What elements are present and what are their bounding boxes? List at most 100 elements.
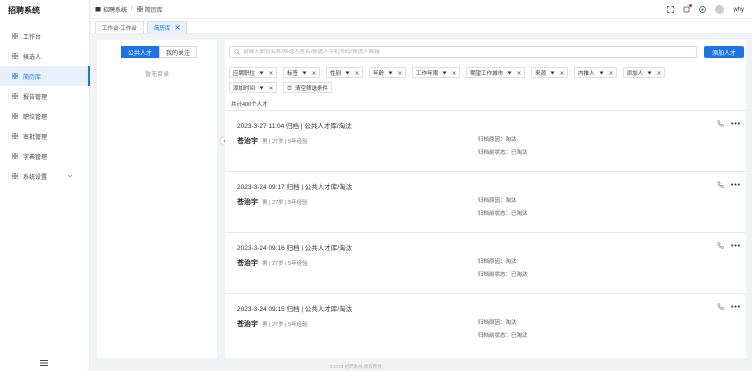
close-icon[interactable] — [355, 70, 359, 75]
tab-public-talent[interactable]: 公共人才 — [121, 46, 160, 58]
bell-icon — [683, 6, 690, 13]
more-dots-icon[interactable] — [731, 183, 740, 186]
close-icon[interactable] — [269, 85, 273, 90]
breadcrumb-item-system[interactable]: 招聘系统 — [103, 5, 127, 14]
talent-card[interactable]: 2023-3-24 09:17 归档 | 公共人才库/淘汰 苍治宇 男 | 27… — [225, 171, 746, 229]
search-icon — [234, 49, 240, 55]
caret-down-icon — [599, 71, 604, 74]
tab-my-follow[interactable]: 我的关注 — [159, 46, 198, 58]
sidebar-nav: 工作台 候选人 简历库 报告管理 职位管理 审批管理 字典管理 系统设置 — [0, 26, 90, 186]
grid-icon — [12, 113, 18, 119]
tab-resume-library[interactable]: 简历库 — [146, 21, 188, 33]
tab-label: 简历库 — [153, 25, 171, 32]
close-icon[interactable] — [452, 70, 456, 75]
caret-down-icon — [647, 71, 652, 74]
close-icon[interactable] — [560, 70, 564, 75]
filter-tag[interactable]: 标签 — [283, 67, 321, 78]
sidebar-item-approvals[interactable]: 审批管理 — [0, 126, 89, 146]
talent-card[interactable]: 2023-3-24 09:15 归档 | 公共人才库/淘汰 苍治宇 男 | 27… — [225, 293, 746, 351]
sidebar-item-system-settings[interactable]: 系统设置 — [0, 166, 89, 186]
grid-icon — [12, 173, 18, 179]
archive-reason: 归档原因：淘汰 — [478, 259, 517, 265]
filter-gender[interactable]: 性别 — [326, 67, 364, 78]
breadcrumb-item-current: 简历库 — [144, 7, 163, 14]
close-icon[interactable] — [312, 70, 316, 75]
user-name[interactable]: why — [733, 7, 744, 13]
sidebar-item-candidates[interactable]: 候选人 — [0, 46, 89, 66]
close-icon[interactable] — [517, 70, 521, 75]
avatar[interactable] — [715, 5, 725, 14]
filter-source[interactable]: 来源 — [531, 67, 569, 78]
caret-down-icon — [259, 71, 264, 74]
filter-bar: 应聘职位 标签 性别 年龄 工作年限 期望工作城市 来源 内推人 添加人 添加时… — [229, 67, 699, 93]
fullscreen-icon[interactable] — [667, 6, 675, 13]
notification-badge — [689, 4, 693, 7]
filter-label: 标签 — [287, 70, 299, 77]
grid-icon — [12, 73, 18, 79]
more-dots-icon[interactable] — [731, 244, 740, 247]
more-dots-icon[interactable] — [731, 122, 740, 125]
filter-referrer[interactable]: 内推人 — [574, 67, 617, 78]
close-icon[interactable] — [398, 70, 402, 75]
filter-label: 添加时间 — [233, 85, 256, 92]
tab-workbench[interactable]: 工作台-工作台 — [95, 21, 144, 33]
candidate-info: 男 | 27岁 | 5年经验 — [262, 139, 308, 145]
pre-archive-status: 归档前状态：已淘汰 — [478, 272, 528, 278]
more-dots-icon[interactable] — [731, 305, 740, 308]
filter-added-time[interactable]: 添加时间 — [229, 82, 278, 93]
pre-archive-status: 归档前状态：已淘汰 — [478, 333, 528, 339]
grid-icon — [12, 153, 18, 159]
archive-reason: 归档原因：淘汰 — [478, 198, 517, 204]
card-meta: 2023-3-24 09:16 归档 | 公共人才库/淘汰 — [237, 245, 353, 252]
card-meta: 2023-3-27 11:04 归档 | 公共人才库/淘汰 — [237, 123, 352, 130]
search-input[interactable] — [243, 49, 683, 55]
chevron-down-icon — [67, 174, 73, 178]
sidebar-item-reports[interactable]: 报告管理 — [0, 86, 89, 106]
archive-reason: 归档原因：淘汰 — [478, 320, 517, 326]
filter-label: 内推人 — [578, 70, 595, 77]
clear-filters-button[interactable]: 清空筛选条件 — [283, 82, 333, 93]
home-icon — [95, 7, 101, 12]
sidebar-item-dictionary[interactable]: 字典管理 — [0, 146, 89, 166]
candidate-name[interactable]: 苍治宇 — [237, 136, 258, 146]
phone-icon[interactable] — [717, 242, 724, 249]
close-icon[interactable] — [608, 70, 613, 75]
caret-down-icon — [345, 71, 350, 74]
phone-icon[interactable] — [717, 303, 724, 310]
talent-card[interactable]: 2023-3-27 11:04 归档 | 公共人才库/淘汰 苍治宇 男 | 27… — [225, 110, 746, 168]
candidate-info: 男 | 27岁 | 5年经验 — [262, 200, 308, 206]
phone-icon[interactable] — [717, 120, 724, 127]
filter-added-by[interactable]: 添加人 — [622, 67, 666, 78]
filter-label: 性别 — [330, 70, 342, 77]
caret-down-icon — [302, 71, 307, 74]
sidebar-item-resume-library[interactable]: 简历库 — [0, 66, 90, 86]
header-actions: why — [667, 4, 744, 14]
add-talent-button[interactable]: 添加人才 — [704, 46, 744, 58]
phone-icon[interactable] — [717, 181, 724, 188]
candidate-name[interactable]: 苍治宇 — [237, 197, 258, 207]
archive-reason: 归档原因：淘汰 — [478, 137, 517, 143]
candidate-info: 男 | 27岁 | 5年经验 — [262, 322, 308, 328]
filter-position[interactable]: 应聘职位 — [229, 67, 278, 78]
close-icon[interactable] — [175, 25, 181, 30]
filter-label: 期望工作城市 — [470, 70, 504, 77]
trash-icon — [287, 85, 292, 90]
close-icon[interactable] — [657, 70, 661, 75]
candidate-name[interactable]: 苍治宇 — [237, 258, 258, 268]
filter-expected-city[interactable]: 期望工作城市 — [466, 67, 526, 78]
filter-work-years[interactable]: 工作年限 — [412, 67, 461, 78]
total-count: 共计400个人才 — [231, 102, 268, 108]
caret-down-icon — [507, 71, 512, 74]
filter-age[interactable]: 年龄 — [369, 67, 407, 78]
notification-button[interactable] — [683, 4, 693, 13]
filter-label: 应聘职位 — [233, 70, 256, 77]
hamburger-icon[interactable] — [40, 360, 48, 366]
candidate-name[interactable]: 苍治宇 — [237, 319, 258, 329]
footer-copyright: ©2023 招聘系统 版权所有 — [330, 364, 382, 369]
talent-card[interactable]: 2023-3-24 09:16 归档 | 公共人才库/淘汰 苍治宇 男 | 27… — [225, 232, 746, 290]
palette-icon[interactable] — [699, 6, 707, 13]
close-icon[interactable] — [269, 70, 273, 75]
sidebar-item-positions[interactable]: 职位管理 — [0, 106, 89, 126]
clear-filters-label: 清空筛选条件 — [295, 85, 329, 92]
sidebar-item-workbench[interactable]: 工作台 — [0, 26, 89, 46]
